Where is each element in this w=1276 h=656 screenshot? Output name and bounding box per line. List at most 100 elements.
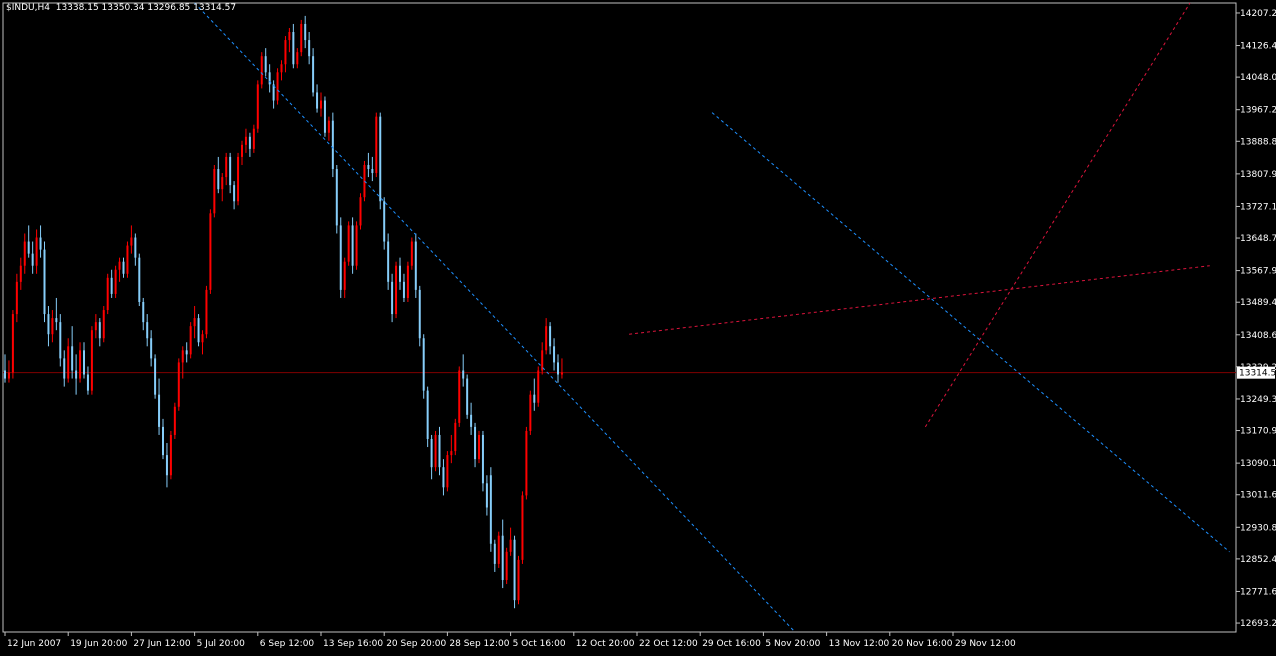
y-tick-label: 13489.45 bbox=[1240, 298, 1276, 308]
candle bbox=[122, 257, 125, 278]
candle bbox=[410, 237, 413, 270]
candle-body bbox=[110, 277, 113, 294]
candle-body bbox=[280, 64, 283, 73]
drawing-objects[interactable] bbox=[194, 2, 1230, 633]
candle-body bbox=[529, 394, 532, 431]
candle-body bbox=[418, 289, 421, 339]
x-tick-label: 22 Oct 12:00 bbox=[639, 639, 698, 649]
candle bbox=[252, 124, 255, 153]
candle-body bbox=[177, 362, 180, 407]
candle-body bbox=[221, 177, 224, 190]
candle-body bbox=[83, 350, 85, 375]
x-tick-label: 12 Jun 2007 bbox=[7, 639, 61, 649]
candle bbox=[229, 152, 232, 194]
candle-body bbox=[7, 372, 10, 379]
candle-body bbox=[39, 237, 42, 250]
candle-body bbox=[553, 346, 556, 363]
x-tick-label: 20 Sep 20:00 bbox=[386, 639, 446, 649]
candle bbox=[458, 366, 461, 427]
candle bbox=[248, 132, 251, 157]
candle bbox=[406, 261, 409, 302]
candle bbox=[553, 338, 556, 371]
candle bbox=[102, 306, 105, 343]
candle bbox=[485, 475, 488, 516]
x-tick-label: 12 Oct 20:00 bbox=[576, 639, 635, 649]
candle bbox=[244, 128, 247, 153]
candle-body bbox=[189, 326, 192, 355]
candle-body bbox=[11, 314, 14, 373]
candle-body bbox=[347, 225, 350, 262]
y-tick-label: 13249.35 bbox=[1240, 395, 1276, 405]
candle bbox=[280, 60, 283, 81]
candle bbox=[201, 330, 204, 355]
candle bbox=[185, 342, 188, 363]
time-axis: 12 Jun 2007 19 Jun 20:00 27 Jun 12:00 5 Jul… bbox=[4, 632, 1016, 649]
candle bbox=[63, 350, 66, 387]
candle bbox=[162, 418, 164, 460]
candle bbox=[288, 27, 291, 53]
candle-body bbox=[560, 372, 563, 375]
y-tick-label: 12693.20 bbox=[1240, 619, 1276, 629]
candle bbox=[177, 358, 180, 411]
candle bbox=[304, 15, 307, 49]
candle-body bbox=[248, 136, 251, 149]
candle-body bbox=[55, 318, 58, 323]
candle bbox=[43, 241, 46, 323]
candle bbox=[284, 36, 287, 73]
chart-area[interactable]: 14207.25 14126.45 14048.05 13967.20 13888.80… bbox=[0, 0, 1276, 652]
candle-body bbox=[359, 197, 362, 226]
channel-line bbox=[711, 112, 1230, 553]
candle bbox=[316, 84, 319, 113]
candle-body bbox=[489, 475, 492, 544]
candle-body bbox=[517, 559, 520, 601]
candle bbox=[11, 310, 14, 379]
candle bbox=[237, 152, 240, 206]
candle bbox=[142, 297, 145, 331]
candle bbox=[371, 156, 374, 182]
candle-body bbox=[35, 237, 38, 266]
candle-body bbox=[513, 539, 516, 601]
candle bbox=[134, 233, 137, 266]
chart-svg[interactable]: 14207.25 14126.45 14048.05 13967.20 13888.80… bbox=[0, 0, 1276, 652]
candle-body bbox=[414, 241, 417, 290]
candle-body bbox=[217, 169, 220, 190]
candle bbox=[426, 386, 429, 448]
candle bbox=[335, 164, 338, 234]
candle bbox=[217, 156, 220, 194]
candle-body bbox=[391, 281, 394, 315]
candle bbox=[422, 334, 425, 399]
candle-body bbox=[331, 120, 334, 170]
candle bbox=[150, 330, 153, 367]
candle-body bbox=[292, 32, 295, 65]
x-tick-label: 5 Oct 16:00 bbox=[513, 639, 566, 649]
y-tick-label: 13727.10 bbox=[1240, 202, 1276, 212]
candle-body bbox=[525, 430, 528, 496]
candle-body bbox=[339, 225, 342, 290]
candle bbox=[106, 273, 109, 315]
candle bbox=[541, 342, 544, 375]
candle-body bbox=[493, 543, 496, 564]
trend-line bbox=[629, 265, 1210, 335]
y-tick-label: 13648.70 bbox=[1240, 234, 1276, 244]
x-tick-label: 5 Jul 20:00 bbox=[197, 639, 246, 649]
y-tick-label: 13807.95 bbox=[1240, 170, 1276, 180]
y-tick-label: 13967.20 bbox=[1240, 106, 1276, 116]
candle bbox=[323, 96, 326, 137]
candle bbox=[474, 422, 477, 468]
candle-body bbox=[90, 330, 93, 391]
candle bbox=[256, 80, 259, 133]
x-tick-label: 19 Jun 20:00 bbox=[70, 639, 127, 649]
candle-body bbox=[442, 467, 445, 488]
candle-body bbox=[47, 314, 50, 335]
candle-body bbox=[308, 40, 311, 57]
candle bbox=[51, 310, 54, 343]
candle bbox=[339, 217, 342, 298]
candle bbox=[402, 273, 405, 302]
candle-body bbox=[15, 281, 18, 315]
candle bbox=[462, 354, 465, 387]
candle bbox=[146, 314, 149, 347]
candle bbox=[549, 322, 552, 355]
candle-body bbox=[142, 301, 145, 323]
candle-body bbox=[335, 169, 338, 226]
candle-body bbox=[355, 225, 358, 266]
